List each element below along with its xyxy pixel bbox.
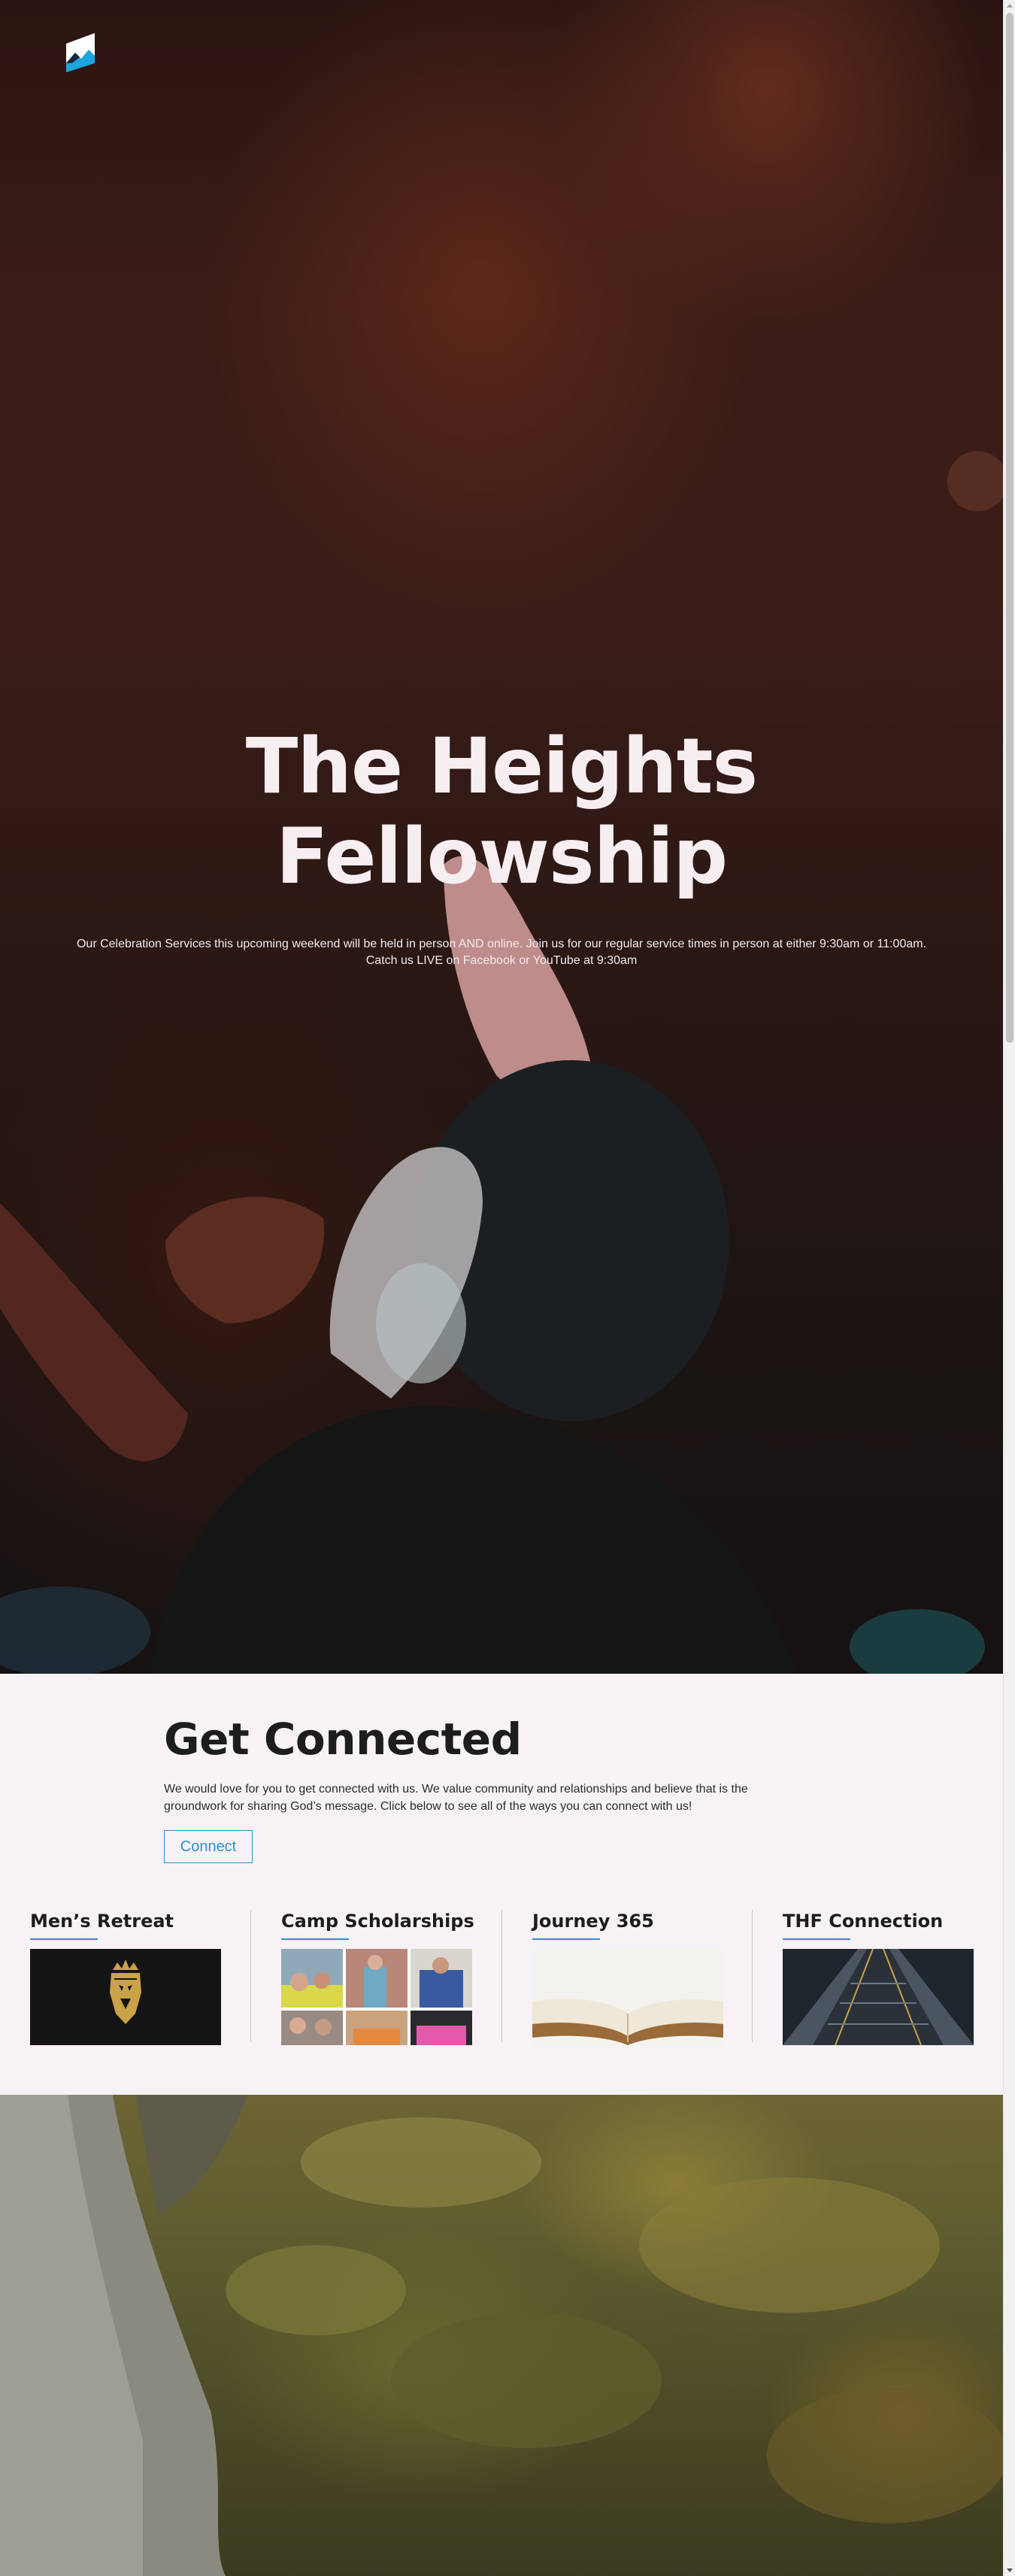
scroll-up-arrow-icon[interactable] <box>1007 4 1013 8</box>
scroll-down-arrow-icon[interactable] <box>1007 2568 1013 2572</box>
mens-retreat-image[interactable] <box>30 1949 221 2045</box>
get-connected-heading: Get Connected <box>164 1714 522 1765</box>
journey-365-bible-image[interactable] <box>532 1949 723 2045</box>
page-scrollbar[interactable] <box>1003 0 1015 2576</box>
card-underline <box>532 1938 600 1940</box>
connect-cards: Men’s Retreat Camp Scholarships Journey … <box>0 1910 1003 2053</box>
card-title[interactable]: Journey 365 <box>532 1910 723 1932</box>
mountain-logo-icon[interactable] <box>65 33 96 72</box>
card-underline <box>30 1938 98 1940</box>
card-thf-connection[interactable]: THF Connection <box>783 1910 974 2045</box>
get-connected-text: We would love for you to get connected w… <box>164 1783 748 1813</box>
connect-button[interactable]: Connect <box>164 1830 253 1863</box>
get-connected-section: Get Connected We would love for you to g… <box>0 1674 1003 2095</box>
card-underline <box>783 1938 850 1940</box>
page: The Heights Fellowship Our Celebration S… <box>0 0 1003 2576</box>
site-title: The Heights Fellowship <box>0 722 1003 902</box>
nature-background-section <box>0 2095 1003 2576</box>
card-divider <box>501 1910 502 2042</box>
photo-collage <box>281 1949 472 2045</box>
thf-connection-escalator-image[interactable] <box>783 1949 974 2045</box>
hero-section: The Heights Fellowship Our Celebration S… <box>0 0 1003 1674</box>
open-book-icon <box>532 1949 723 2045</box>
lion-crown-emblem-icon <box>110 1959 141 2024</box>
site-title-line-1: The Heights <box>245 722 759 811</box>
card-divider <box>250 1910 251 2042</box>
card-divider <box>752 1910 753 2042</box>
service-times-description: Our Celebration Services this upcoming w… <box>76 938 927 967</box>
card-title[interactable]: THF Connection <box>783 1910 974 1932</box>
card-title[interactable]: Camp Scholarships <box>281 1910 474 1932</box>
card-underline <box>281 1938 349 1940</box>
camp-scholarships-collage-image[interactable] <box>281 1949 472 2045</box>
card-journey-365[interactable]: Journey 365 <box>532 1910 723 2045</box>
card-camp-scholarships[interactable]: Camp Scholarships <box>281 1910 474 2045</box>
mountain-vegetation-image <box>0 2095 1003 2576</box>
scrollbar-thumb[interactable] <box>1006 13 1013 1043</box>
site-title-line-2: Fellowship <box>275 812 728 902</box>
card-title[interactable]: Men’s Retreat <box>30 1910 221 1932</box>
card-mens-retreat[interactable]: Men’s Retreat <box>30 1910 221 2045</box>
escalator-image <box>783 1949 974 2045</box>
